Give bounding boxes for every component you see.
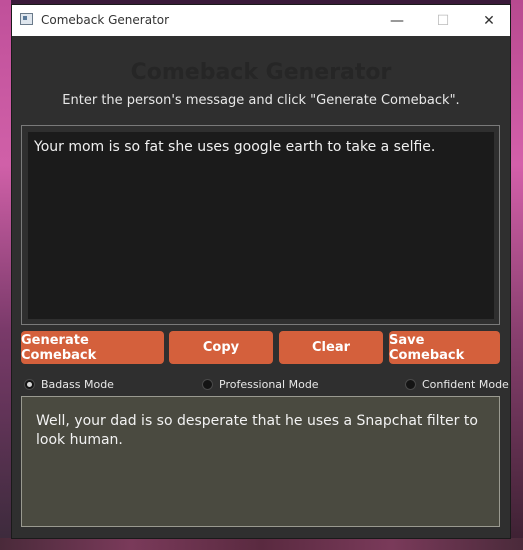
save-comeback-button[interactable]: Save Comeback [389, 331, 500, 364]
desktop-wallpaper-left [0, 0, 11, 550]
radio-unselected-icon[interactable] [202, 378, 213, 390]
comeback-output[interactable]: Well, your dad is so desperate that he u… [21, 396, 500, 527]
desktop-wallpaper-right [511, 0, 523, 550]
radio-label: Confident Mode [422, 377, 509, 391]
maximize-icon: ☐ [436, 12, 450, 29]
radio-badass-mode[interactable]: Badass Mode [24, 376, 114, 392]
radio-professional-mode[interactable]: Professional Mode [202, 376, 319, 392]
message-input[interactable]: Your mom is so fat she uses google earth… [28, 132, 494, 319]
close-icon: ✕ [483, 12, 495, 29]
clear-button[interactable]: Clear [279, 331, 383, 364]
minimize-icon: — [390, 12, 404, 29]
radio-selected-icon[interactable] [24, 378, 35, 390]
title-bar[interactable]: Comeback Generator — ☐ ✕ [12, 5, 510, 36]
copy-button[interactable]: Copy [169, 331, 273, 364]
radio-confident-mode[interactable]: Confident Mode [405, 376, 509, 392]
close-button[interactable]: ✕ [466, 5, 512, 36]
radio-label: Badass Mode [41, 377, 114, 391]
app-window-icon [20, 13, 33, 25]
generate-comeback-button[interactable]: Generate Comeback [21, 331, 164, 364]
maximize-button[interactable]: ☐ [420, 5, 466, 36]
radio-unselected-icon[interactable] [405, 378, 416, 390]
message-input-frame: Your mom is so fat she uses google earth… [21, 125, 500, 325]
window-title: Comeback Generator [41, 13, 170, 27]
window-content: Comeback Generator Enter the person's me… [12, 36, 510, 538]
instruction-text: Enter the person's message and click "Ge… [62, 93, 460, 108]
page-title: Comeback Generator [130, 60, 392, 85]
desktop-wallpaper-bottom [0, 538, 523, 550]
radio-label: Professional Mode [219, 377, 319, 391]
app-window: Comeback Generator — ☐ ✕ Comeback Genera… [11, 4, 511, 539]
minimize-button[interactable]: — [374, 5, 420, 36]
